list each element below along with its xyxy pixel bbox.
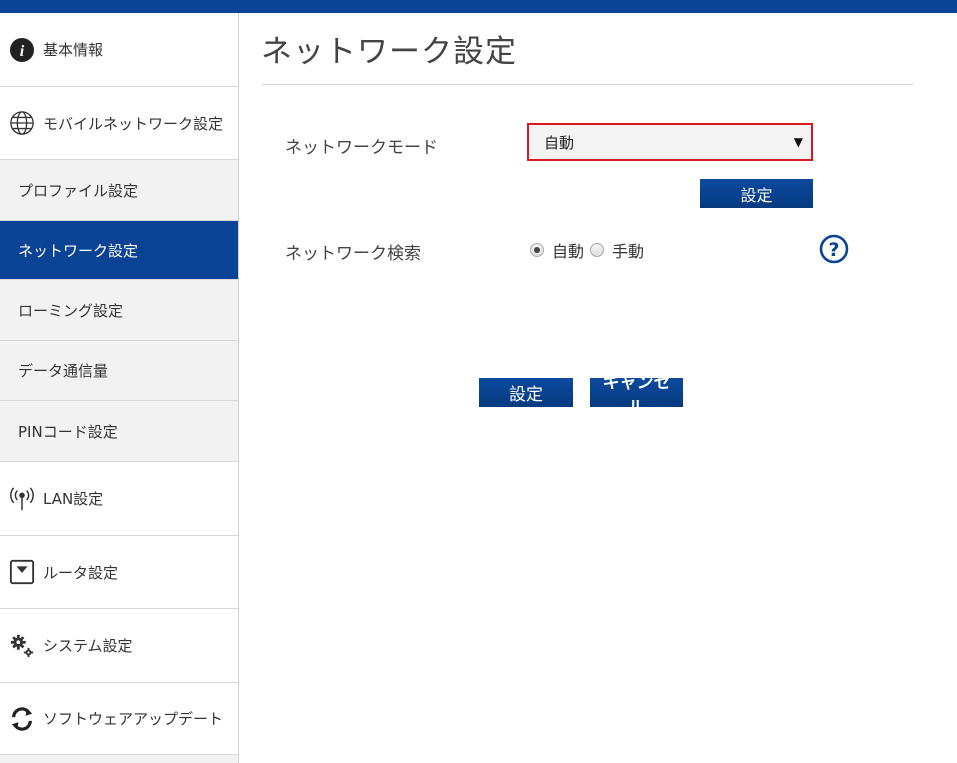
radio-selected-dot — [534, 247, 540, 253]
gears-icon — [9, 633, 35, 659]
network-mode-label: ネットワークモード — [285, 138, 438, 158]
help-icon[interactable]: ? — [819, 234, 849, 264]
sidebar-item-label: システム設定 — [43, 637, 133, 655]
radio-manual[interactable] — [590, 243, 605, 257]
top-bar — [0, 0, 957, 13]
sidebar-item-label: LAN設定 — [43, 490, 104, 508]
radio-auto-label[interactable]: 自動 — [552, 238, 584, 262]
radio-manual-label[interactable]: 手動 — [612, 238, 644, 262]
network-search-options: 自動 手動 — [530, 238, 650, 262]
sidebar-item-software-update[interactable]: ソフトウェアアップデート — [0, 683, 238, 755]
sidebar: i 基本情報 モバイルネットワーク設定 プロファイル設定 ネットワーク設定 ロー… — [0, 13, 239, 763]
sidebar-footer — [0, 755, 238, 763]
info-icon: i — [9, 37, 35, 63]
sidebar-item-profile[interactable]: プロファイル設定 — [0, 160, 238, 221]
sidebar-item-mobile-network[interactable]: モバイルネットワーク設定 — [0, 87, 238, 160]
antenna-icon — [9, 486, 35, 512]
sidebar-item-label: 基本情報 — [43, 41, 104, 59]
sidebar-item-label: ネットワーク設定 — [18, 241, 139, 260]
globe-icon — [9, 110, 35, 136]
help-symbol: ? — [828, 239, 839, 261]
sidebar-item-label: ローミング設定 — [18, 301, 124, 320]
sidebar-item-lan[interactable]: LAN設定 — [0, 462, 238, 536]
sidebar-item-label: データ通信量 — [18, 362, 109, 380]
save-button[interactable]: 設定 — [479, 378, 573, 407]
page-title: ネットワーク設定 — [261, 34, 517, 70]
title-divider — [262, 84, 913, 85]
radio-auto[interactable] — [530, 243, 544, 257]
sidebar-item-basic-info[interactable]: i 基本情報 — [0, 13, 238, 87]
sidebar-item-data-usage[interactable]: データ通信量 — [0, 341, 238, 401]
sidebar-item-label: PINコード設定 — [18, 422, 118, 441]
svg-text:i: i — [20, 43, 25, 60]
sidebar-item-network-settings[interactable]: ネットワーク設定 — [0, 221, 238, 280]
sidebar-item-router[interactable]: ルータ設定 — [0, 536, 238, 609]
sidebar-item-label: モバイルネットワーク設定 — [43, 114, 224, 133]
sidebar-item-roaming[interactable]: ローミング設定 — [0, 280, 238, 341]
network-mode-select[interactable]: 自動 ▼ — [527, 123, 813, 161]
refresh-icon — [9, 706, 35, 732]
network-mode-value: 自動 — [544, 133, 575, 152]
cancel-button[interactable]: キャンセル — [590, 373, 683, 418]
router-icon — [9, 559, 35, 585]
sidebar-item-label: ルータ設定 — [43, 563, 119, 582]
network-mode-set-button[interactable]: 設定 — [700, 179, 813, 208]
sidebar-item-label: プロファイル設定 — [18, 181, 139, 200]
sidebar-item-pin-code[interactable]: PINコード設定 — [0, 401, 238, 462]
sidebar-item-system[interactable]: システム設定 — [0, 609, 238, 683]
chevron-down-icon: ▼ — [793, 135, 803, 149]
network-search-label: ネットワーク検索 — [285, 244, 421, 264]
sidebar-item-label: ソフトウェアアップデート — [43, 710, 224, 728]
